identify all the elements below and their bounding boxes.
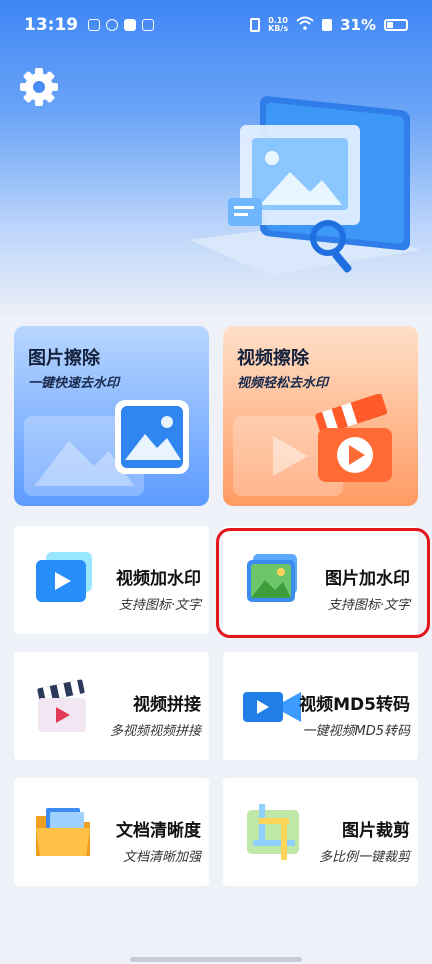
clapperboard-icon [37, 679, 86, 732]
status-time: 13:19 [24, 15, 79, 35]
card-title: 视频MD5转码 [299, 695, 410, 715]
crop-icon [247, 804, 299, 860]
highlight-outline [216, 528, 430, 638]
image-crop-card[interactable]: 图片裁剪 多比例一键裁剪 [223, 778, 418, 886]
video-erase-card[interactable]: 视频擦除 视频轻松去水印 [223, 326, 418, 506]
video-camera-icon [243, 692, 301, 722]
card-title: 图片擦除 [28, 348, 100, 369]
app-notification-icon [142, 19, 155, 31]
status-bar: 13:19 0.10 KB/s 31% [0, 0, 432, 50]
battery-percent: 31% [340, 16, 376, 34]
card-subtitle: 支持图标·文字 [118, 598, 201, 613]
battery-icon [384, 19, 408, 31]
video-merge-card[interactable]: 视频拼接 多视频视频拼接 [14, 652, 209, 760]
network-speed-unit: KB/s [268, 24, 289, 33]
vibrate-icon [250, 18, 261, 32]
image-erase-card[interactable]: 图片擦除 一键快速去水印 [14, 326, 209, 506]
wifi-icon [296, 16, 314, 34]
image-frame-icon [115, 400, 189, 474]
folder-icon [36, 808, 90, 856]
video-stack-icon [36, 552, 92, 602]
card-subtitle: 多视频视频拼接 [109, 724, 201, 739]
hero-illustration-icon [190, 80, 420, 280]
card-subtitle: 文档清晰加强 [122, 850, 201, 865]
card-title: 图片裁剪 [342, 821, 410, 841]
home-indicator [130, 957, 302, 962]
video-md5-card[interactable]: 视频MD5转码 一键视频MD5转码 [223, 652, 418, 760]
clapper-play-icon [315, 394, 392, 482]
card-subtitle: 视频轻松去水印 [237, 376, 329, 391]
card-title: 视频擦除 [237, 348, 309, 369]
card-title: 视频拼接 [133, 695, 201, 715]
card-subtitle: 一键视频MD5转码 [302, 724, 411, 739]
tiktok-icon [124, 19, 137, 31]
gear-icon[interactable] [18, 66, 60, 108]
doc-clarity-card[interactable]: 文档清晰度 文档清晰加强 [14, 778, 209, 886]
sim-icon [322, 19, 333, 31]
video-add-watermark-card[interactable]: 视频加水印 支持图标·文字 [14, 526, 209, 634]
card-title: 文档清晰度 [116, 821, 201, 841]
notification-icons [88, 19, 155, 31]
app-notification-icon [106, 19, 119, 31]
app-notification-icon [88, 19, 101, 31]
status-right: 0.10 KB/s 31% [250, 16, 408, 34]
card-subtitle: 多比例一键裁剪 [318, 850, 410, 865]
card-subtitle: 一键快速去水印 [28, 376, 120, 391]
card-title: 视频加水印 [116, 569, 201, 589]
network-speed: 0.10 KB/s [268, 17, 288, 33]
